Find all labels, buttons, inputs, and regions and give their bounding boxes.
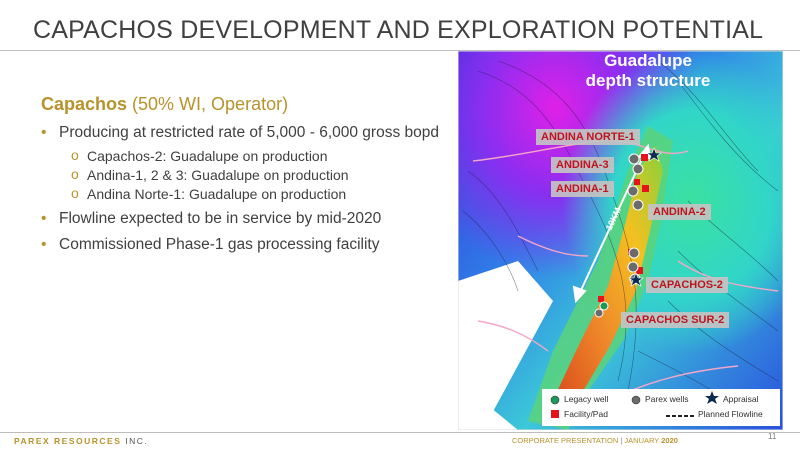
page-number: 11 [768, 432, 777, 441]
sub-bullet-text: Capachos-2: Guadalupe on production [87, 148, 328, 164]
sub-bullet-circle-icon: o [71, 185, 79, 201]
footer-month: JANUARY [624, 436, 660, 445]
well-label-capachos-sur-2: CAPACHOS SUR-2 [621, 312, 730, 328]
footer-presentation: CORPORATE PRESENTATION | JANUARY 2020 [512, 436, 678, 445]
depth-structure-map: 10KM Guadalupe depth structure ANDINA NO… [458, 51, 783, 430]
brand-suffix: INC. [121, 436, 149, 446]
slide-title: CAPACHOS DEVELOPMENT AND EXPLORATION POT… [33, 16, 764, 44]
map-legend: Legacy well Parex wells Appraisal Facili… [542, 389, 780, 426]
legend-facility-pad: Facility/Pad [564, 409, 608, 419]
section-heading: Capachos (50% WI, Operator) [41, 94, 288, 115]
facility-pad-icon [551, 410, 559, 418]
well-label-andina-2: ANDINA-2 [648, 204, 711, 220]
section-name: Capachos [41, 94, 128, 114]
legacy-well-icon [550, 395, 560, 405]
bullet-item: • Producing at restricted rate of 5,000 … [41, 124, 461, 142]
footer-brand: PAREX RESOURCES INC. [14, 436, 148, 446]
sub-bullet-item: o Capachos-2: Guadalupe on production [41, 147, 461, 164]
footer-separator: | [620, 436, 623, 445]
bullet-text: Flowline expected to be in service by mi… [59, 210, 382, 227]
bullet-text: Producing at restricted rate of 5,000 - … [59, 124, 439, 141]
bullet-dot-icon: • [41, 236, 47, 253]
well-label-andina-3: ANDINA-3 [551, 157, 614, 173]
appraisal-star-icon [705, 391, 719, 404]
sub-bullet-circle-icon: o [71, 166, 79, 182]
sub-bullet-item: o Andina-1, 2 & 3: Guadalupe on producti… [41, 166, 461, 183]
map-title: Guadalupe depth structure [558, 51, 738, 91]
planned-flowline-icon [666, 415, 694, 417]
map-title-line2: depth structure [585, 71, 711, 90]
section-interest: (50% WI, Operator) [127, 94, 289, 114]
legend-legacy-well: Legacy well [564, 394, 609, 404]
footer-divider [0, 432, 800, 433]
presentation-label: CORPORATE PRESENTATION [512, 436, 619, 445]
parex-well-icon [631, 395, 641, 405]
bullet-dot-icon: • [41, 124, 47, 141]
well-label-andina-norte-1: ANDINA NORTE-1 [536, 129, 640, 145]
map-graphic: 10KM [458, 51, 783, 430]
sub-bullet-text: Andina-1, 2 & 3: Guadalupe on production [87, 167, 349, 183]
well-label-andina-1: ANDINA-1 [551, 181, 614, 197]
brand-name: PAREX RESOURCES [14, 436, 122, 446]
map-title-line1: Guadalupe [604, 51, 692, 70]
bullet-item: • Commissioned Phase-1 gas processing fa… [41, 236, 461, 254]
bullet-list: • Producing at restricted rate of 5,000 … [41, 124, 461, 260]
legend-appraisal: Appraisal [723, 394, 759, 404]
sub-bullet-circle-icon: o [71, 147, 79, 163]
sub-bullet-text: Andina Norte-1: Guadalupe on production [87, 186, 347, 202]
legend-planned-flowline: Planned Flowline [698, 409, 763, 419]
footer-year: 2020 [661, 436, 678, 445]
bullet-text: Commissioned Phase-1 gas processing faci… [59, 236, 380, 253]
sub-bullet-item: o Andina Norte-1: Guadalupe on productio… [41, 185, 461, 202]
bullet-item: • Flowline expected to be in service by … [41, 210, 461, 228]
bullet-dot-icon: • [41, 210, 47, 227]
legend-parex-wells: Parex wells [645, 394, 689, 404]
well-label-capachos-2: CAPACHOS-2 [646, 277, 728, 293]
